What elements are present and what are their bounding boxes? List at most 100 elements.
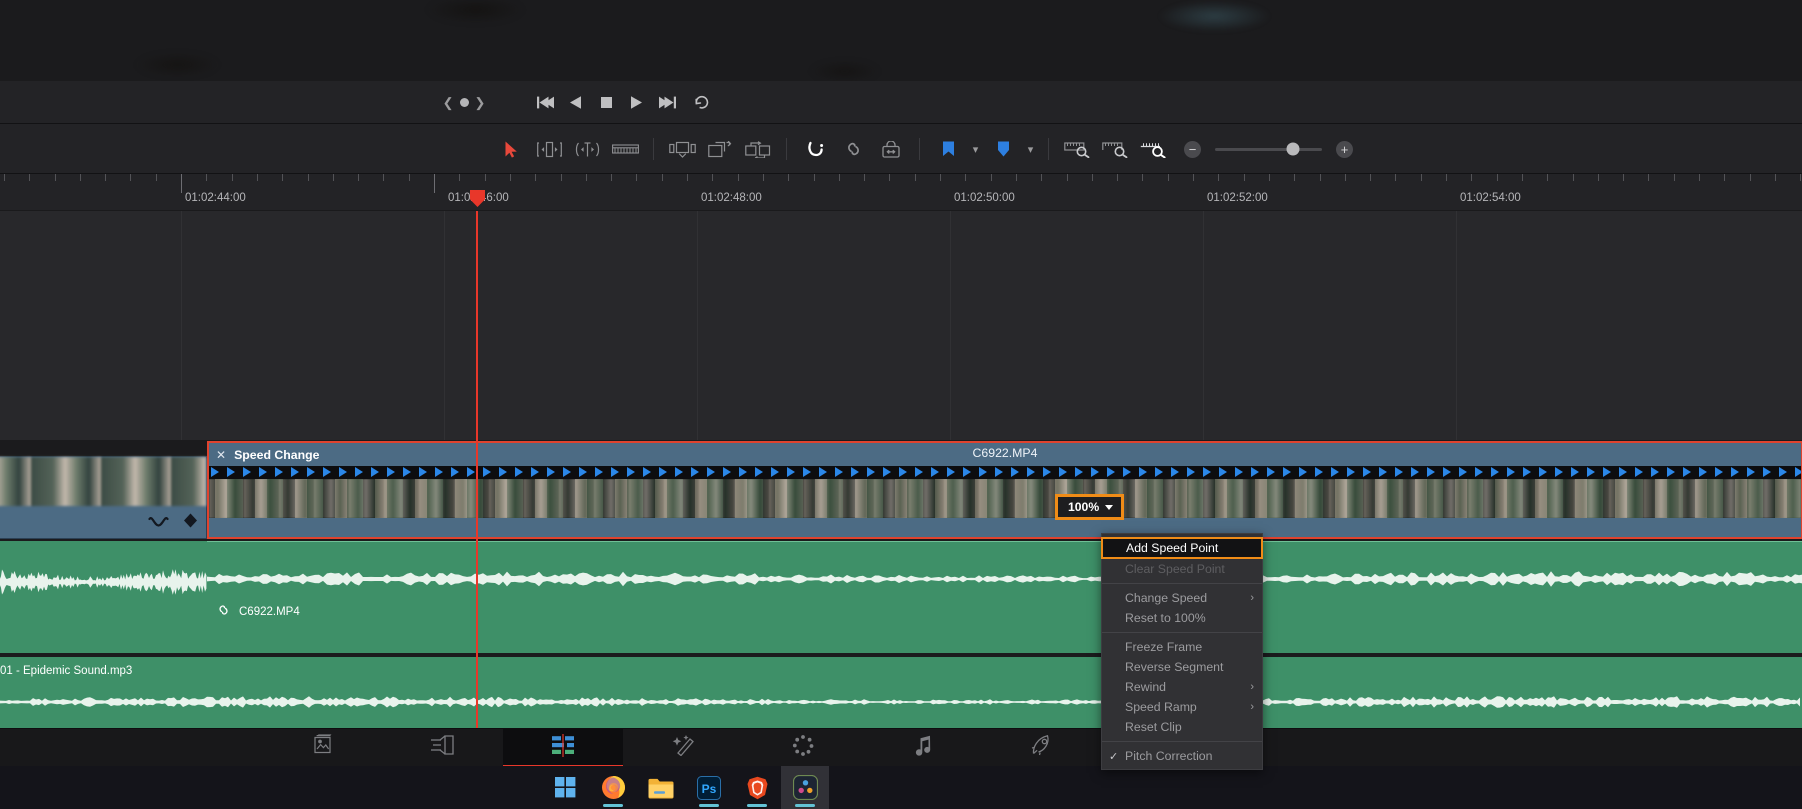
lock-track-button[interactable]: [872, 134, 910, 164]
submenu-arrow-icon: ›: [1250, 681, 1254, 693]
next-keyframe-icon[interactable]: ❯: [475, 96, 486, 109]
timeline-upper-tracks[interactable]: [0, 211, 1802, 440]
menu-item-reset-clip[interactable]: Reset Clip: [1102, 717, 1262, 737]
menu-item-label: Reverse Segment: [1125, 660, 1224, 674]
color-page-icon: [792, 734, 814, 761]
zoom-slider[interactable]: [1215, 142, 1322, 156]
speed-direction-arrow: [979, 467, 987, 477]
menu-separator: [1102, 741, 1262, 742]
trim-edit-mode-button[interactable]: [530, 134, 568, 164]
loop-button[interactable]: [687, 89, 717, 115]
taskbar-brave[interactable]: [733, 766, 781, 809]
menu-item-rewind[interactable]: Rewind ›: [1102, 677, 1262, 697]
speed-direction-arrow: [659, 467, 667, 477]
zoom-custom-button[interactable]: [1134, 134, 1172, 164]
menu-item-reverse-segment[interactable]: Reverse Segment: [1102, 657, 1262, 677]
speed-direction-arrow: [1363, 467, 1371, 477]
menu-item-reset-to-100-[interactable]: Reset to 100%: [1102, 608, 1262, 628]
ruler-minor-tick: [990, 174, 992, 181]
speed-direction-arrow: [1091, 467, 1099, 477]
skip-to-start-button[interactable]: [531, 89, 561, 115]
ruler-timecode-label: 01:02:44:00: [185, 192, 246, 204]
dynamic-trim-mode-button[interactable]: [568, 134, 606, 164]
insert-clip-button[interactable]: [663, 134, 701, 164]
speed-value-badge[interactable]: 100%: [1055, 494, 1125, 520]
speed-direction-arrow: [1267, 467, 1275, 477]
speed-direction-arrow: [1299, 467, 1307, 477]
ruler-minor-tick: [1673, 174, 1675, 181]
stop-button[interactable]: [591, 89, 621, 115]
speed-direction-arrow: [1715, 467, 1723, 477]
ruler-minor-tick: [914, 174, 916, 181]
media-page-icon: [312, 733, 334, 761]
play-button[interactable]: [621, 89, 651, 115]
program-monitor-video[interactable]: [82, 0, 1274, 81]
page-deliver[interactable]: [983, 729, 1103, 767]
snapping-button[interactable]: [796, 134, 834, 164]
speed-direction-arrow: [707, 467, 715, 477]
marker-chevron-down-icon[interactable]: ▾: [1022, 135, 1039, 163]
playhead[interactable]: [476, 211, 478, 728]
audio-clip-previous[interactable]: [0, 541, 207, 653]
replace-clip-button[interactable]: [739, 134, 777, 164]
speed-direction-arrow: [227, 467, 235, 477]
ruler-minor-tick: [864, 174, 866, 181]
link-clips-button[interactable]: [834, 134, 872, 164]
ruler-minor-tick: [1015, 174, 1017, 181]
overwrite-clip-button[interactable]: [701, 134, 739, 164]
taskbar-firefox[interactable]: [589, 766, 637, 809]
zoom-detail-button[interactable]: [1096, 134, 1134, 164]
menu-item-speed-ramp[interactable]: Speed Ramp ›: [1102, 697, 1262, 717]
flag-button[interactable]: [929, 134, 967, 164]
taskbar-davinci-resolve[interactable]: [781, 766, 829, 809]
zoom-out-button[interactable]: −: [1184, 140, 1201, 158]
page-fusion[interactable]: [623, 729, 743, 767]
video-clip-selected[interactable]: ✕ Speed Change C6922.MP4: [207, 441, 1802, 539]
razor-edit-mode-button[interactable]: [606, 134, 644, 164]
taskbar-photoshop[interactable]: Ps: [685, 766, 733, 809]
add-keyframe-icon[interactable]: [459, 97, 469, 107]
menu-item-freeze-frame[interactable]: Freeze Frame: [1102, 637, 1262, 657]
audio-clip-selected[interactable]: C6922.MP4: [207, 541, 1802, 653]
speed-direction-arrow: [1331, 467, 1339, 477]
taskbar-start-button[interactable]: [541, 766, 589, 809]
speed-curve-icon[interactable]: [148, 514, 169, 532]
speed-direction-arrow: [1651, 467, 1659, 477]
prev-keyframe-icon[interactable]: ❮: [443, 96, 454, 109]
speed-direction-arrow: [435, 467, 443, 477]
skip-to-end-button[interactable]: [651, 89, 681, 115]
ruler-minor-tick: [54, 174, 56, 181]
ruler-minor-tick: [813, 174, 815, 181]
marker-button[interactable]: [984, 134, 1022, 164]
menu-item-add-speed-point[interactable]: Add Speed Point: [1101, 537, 1263, 559]
video-clip-previous[interactable]: [0, 456, 207, 539]
ruler-minor-tick: [155, 174, 157, 181]
menu-item-change-speed[interactable]: Change Speed ›: [1102, 588, 1262, 608]
page-edit[interactable]: [503, 728, 623, 767]
dropdown-caret-icon[interactable]: [1105, 504, 1114, 510]
speed-value-label: 100%: [1068, 500, 1100, 514]
zoom-full-extent-button[interactable]: [1058, 134, 1096, 164]
page-media[interactable]: [263, 729, 383, 767]
page-fairlight[interactable]: [863, 729, 983, 767]
taskbar-file-explorer[interactable]: [637, 766, 685, 809]
submenu-arrow-icon: ›: [1250, 701, 1254, 713]
page-cut[interactable]: [383, 729, 503, 767]
keyframe-diamond-icon[interactable]: [183, 513, 198, 533]
menu-item-pitch-correction[interactable]: ✓ Pitch Correction: [1102, 746, 1262, 766]
speed-direction-arrow: [947, 467, 955, 477]
timeline-gridline: [1456, 211, 1457, 440]
ruler-minor-tick: [1446, 174, 1447, 181]
audio-track-a2[interactable]: 01 - Epidemic Sound.mp3: [0, 657, 1802, 728]
zoom-in-button[interactable]: +: [1336, 140, 1353, 158]
speed-direction-arrow: [307, 467, 315, 477]
play-reverse-button[interactable]: [561, 89, 591, 115]
svg-text:Ps: Ps: [702, 782, 717, 796]
page-color[interactable]: [743, 729, 863, 767]
ruler-minor-tick: [1597, 174, 1599, 181]
zoom-slider-handle[interactable]: [1286, 142, 1300, 156]
timeline-ruler[interactable]: 01:02:44:0001:02:46:0001:02:48:0001:02:5…: [0, 174, 1802, 211]
speed-direction-arrow: [1315, 467, 1323, 477]
flag-chevron-down-icon[interactable]: ▾: [967, 135, 984, 163]
selection-mode-button[interactable]: [492, 134, 530, 164]
